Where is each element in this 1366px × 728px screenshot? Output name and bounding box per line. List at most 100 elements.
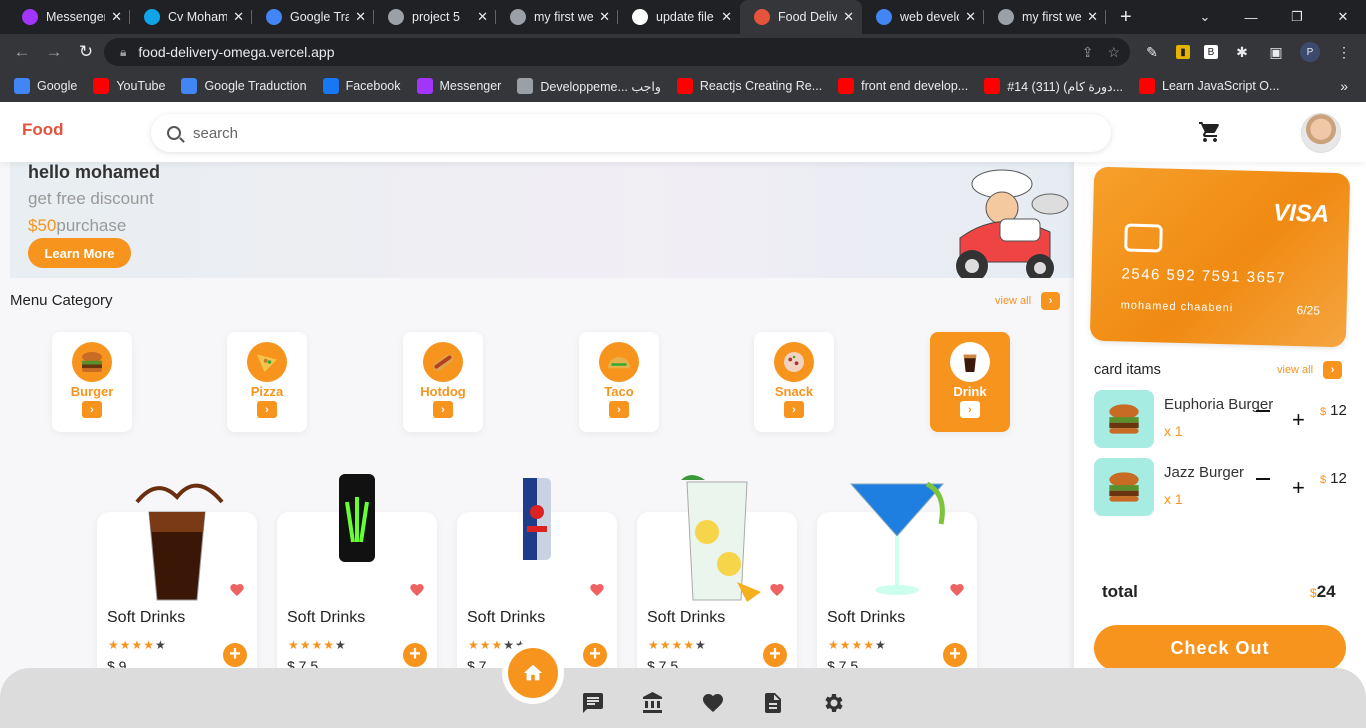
bookmark-item[interactable]: front end develop... <box>838 78 968 94</box>
add-to-cart-button[interactable]: + <box>403 643 427 667</box>
bank-nav-button[interactable] <box>638 688 668 718</box>
close-tab-icon[interactable]: ✕ <box>477 9 488 25</box>
heart-icon[interactable] <box>769 582 785 603</box>
total-label: total <box>1102 582 1138 601</box>
food-app: Food search hello mohamed get free disco… <box>0 102 1366 728</box>
heart-icon[interactable] <box>409 582 425 603</box>
browser-tab[interactable]: update file ✕ <box>618 0 740 34</box>
menu-view-all-link[interactable]: view all › <box>995 292 1061 310</box>
browser-tab[interactable]: Cv Moham ✕ <box>130 0 252 34</box>
browser-tab[interactable]: project 5 ✕ <box>374 0 496 34</box>
close-tab-icon[interactable]: ✕ <box>599 9 610 25</box>
bookmark-item[interactable]: #14 (311) (دورة كام... <box>984 78 1123 94</box>
close-tab-icon[interactable]: ✕ <box>843 9 854 25</box>
browser-tab[interactable]: Messenger ✕ <box>8 0 130 34</box>
user-avatar[interactable] <box>1301 113 1341 153</box>
heart-icon[interactable] <box>589 582 605 603</box>
home-button[interactable] <box>508 648 558 698</box>
close-tab-icon[interactable]: ✕ <box>355 9 366 25</box>
restore-button[interactable]: ❐ <box>1274 9 1320 25</box>
chevron-right-icon[interactable]: › <box>960 401 980 418</box>
pen-extension-icon[interactable]: ✎ <box>1142 42 1162 62</box>
chat-nav-button[interactable] <box>578 688 608 718</box>
bookmark-item[interactable]: Learn JavaScript O... <box>1139 78 1279 94</box>
extension-icon[interactable]: ▮ <box>1176 45 1190 59</box>
heart-icon[interactable] <box>229 582 245 603</box>
add-to-cart-button[interactable]: + <box>223 643 247 667</box>
close-window-button[interactable]: ✕ <box>1320 9 1366 25</box>
bookmark-item[interactable]: Messenger <box>416 78 501 94</box>
minus-icon[interactable] <box>1256 478 1270 480</box>
chevron-right-icon[interactable]: › <box>1323 361 1343 379</box>
bookmark-star-icon[interactable]: ☆ <box>1107 44 1120 61</box>
back-button[interactable]: ← <box>6 42 38 62</box>
profile-icon[interactable]: P <box>1300 42 1320 62</box>
heart-icon[interactable] <box>949 582 965 603</box>
lock-icon[interactable]: 🔒︎ <box>120 45 126 60</box>
url-field[interactable]: 🔒︎ food-delivery-omega.vercel.app ⇪ ☆ <box>104 38 1130 66</box>
learn-more-button[interactable]: Learn More <box>28 238 131 268</box>
close-tab-icon[interactable]: ✕ <box>721 9 732 25</box>
close-tab-icon[interactable]: ✕ <box>965 9 976 25</box>
tab-search-icon[interactable]: ⌄ <box>1182 9 1228 25</box>
bookmark-item[interactable]: Facebook <box>322 78 401 94</box>
price-value: 12 <box>1330 402 1347 419</box>
product-card[interactable]: Soft Drinks ★★★★★ $ 7.5 + <box>277 474 437 682</box>
new-tab-button[interactable]: + <box>1120 6 1132 29</box>
reload-button[interactable]: ↻ <box>70 42 102 62</box>
rating-stars: ★★★★★ <box>648 638 707 652</box>
browser-tab[interactable]: web develo ✕ <box>862 0 984 34</box>
search-input[interactable]: search <box>151 114 1111 152</box>
tab-title: project 5 <box>412 10 460 24</box>
chevron-right-icon[interactable]: › <box>257 401 277 418</box>
chevron-right-icon[interactable]: › <box>1041 292 1061 310</box>
cart-icon[interactable] <box>1197 120 1223 144</box>
cart-view-all-link[interactable]: view all › <box>1277 361 1343 379</box>
b-extension-icon[interactable]: B <box>1204 45 1218 59</box>
product-card[interactable]: Soft Drinks ★★★★★ $ 9 + <box>97 483 257 682</box>
add-to-cart-button[interactable]: + <box>943 643 967 667</box>
price-currency: $ <box>1320 406 1327 418</box>
chevron-right-icon[interactable]: › <box>784 401 804 418</box>
bookmark-item[interactable]: Google Traduction <box>181 78 307 94</box>
menu-kebab-icon[interactable]: ⋮ <box>1334 42 1354 62</box>
forward-button[interactable]: → <box>38 42 70 62</box>
more-bookmarks-icon[interactable]: » <box>1340 78 1348 94</box>
category-pizza[interactable]: Pizza › <box>227 332 307 432</box>
browser-tab[interactable]: Google Tra ✕ <box>252 0 374 34</box>
bookmark-item[interactable]: Reactjs Creating Re... <box>676 78 822 94</box>
chevron-right-icon[interactable]: › <box>433 401 453 418</box>
close-tab-icon[interactable]: ✕ <box>111 9 122 25</box>
side-panel-icon[interactable]: ▣ <box>1266 42 1286 62</box>
puzzle-extensions-icon[interactable]: ✱ <box>1232 42 1252 62</box>
checkout-button[interactable]: Check Out <box>1094 625 1346 671</box>
bookmark-item[interactable]: Developpeme... واجب <box>517 78 661 94</box>
category-burger[interactable]: Burger › <box>52 332 132 432</box>
category-taco[interactable]: Taco › <box>579 332 659 432</box>
favorites-nav-button[interactable] <box>698 688 728 718</box>
add-to-cart-button[interactable]: + <box>583 643 607 667</box>
close-tab-icon[interactable]: ✕ <box>233 9 244 25</box>
product-card[interactable]: Soft Drinks ★★★★★ $ 7.5 + <box>817 481 977 682</box>
minimize-button[interactable]: — <box>1228 10 1274 25</box>
logo-text: Food <box>22 120 64 139</box>
credit-card[interactable]: VISA 2546 592 7591 3657 mohamed chaabeni… <box>1089 166 1351 348</box>
documents-nav-button[interactable] <box>758 688 788 718</box>
chevron-right-icon[interactable]: › <box>82 401 102 418</box>
close-tab-icon[interactable]: ✕ <box>1087 9 1098 25</box>
bookmark-item[interactable]: Google <box>14 78 77 94</box>
app-logo[interactable]: Food <box>22 120 64 140</box>
category-hotdog[interactable]: Hotdog › <box>403 332 483 432</box>
browser-tab[interactable]: my first we ✕ <box>984 0 1106 34</box>
category-snack[interactable]: Snack › <box>754 332 834 432</box>
browser-tab[interactable]: Food Deliv ✕ <box>740 0 862 34</box>
minus-icon[interactable] <box>1256 410 1270 412</box>
share-icon[interactable]: ⇪ <box>1082 44 1094 61</box>
browser-tab[interactable]: my first we ✕ <box>496 0 618 34</box>
chevron-right-icon[interactable]: › <box>609 401 629 418</box>
settings-nav-button[interactable] <box>818 688 848 718</box>
bookmark-item[interactable]: YouTube <box>93 78 165 94</box>
category-drink[interactable]: Drink › <box>930 332 1010 432</box>
add-to-cart-button[interactable]: + <box>763 643 787 667</box>
product-card[interactable]: Soft Drinks ★★★★★ $ 7.5 + <box>637 475 797 682</box>
